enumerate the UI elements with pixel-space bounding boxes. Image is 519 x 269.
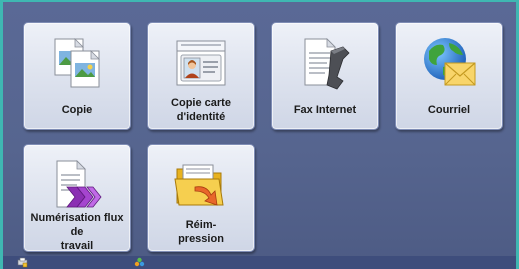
reprint-label: Réim- pression (178, 219, 224, 245)
network-status-icon[interactable] (134, 257, 145, 268)
copy-label: Copie (61, 104, 93, 116)
email-label: Courriel (427, 104, 471, 116)
printer-lock-icon[interactable] (17, 257, 28, 268)
email-tile[interactable]: Courriel (395, 22, 503, 130)
id-card-copy-label: Copie carte d'identité (171, 97, 231, 123)
status-bar (3, 256, 516, 269)
id-card-icon (176, 40, 226, 86)
internet-fax-label: Fax Internet (293, 104, 357, 116)
fax-icon (304, 38, 350, 90)
id-card-copy-tile[interactable]: Copie carte d'identité (147, 22, 255, 130)
workflow-scan-tile[interactable]: Numérisation flux de travail (23, 144, 131, 252)
copy-tile[interactable]: Copie (23, 22, 131, 130)
reprint-tile[interactable]: Réim- pression (147, 144, 255, 252)
internet-fax-tile[interactable]: Fax Internet (271, 22, 379, 130)
copy-icon (54, 38, 100, 88)
workflow-scan-icon (56, 160, 102, 208)
workflow-scan-label: Numérisation flux de travail (30, 212, 124, 252)
home-screen: Copie Copie carte d'identité Fax Interne… (0, 0, 519, 269)
reprint-folder-icon (174, 164, 224, 206)
email-globe-icon (424, 38, 476, 86)
